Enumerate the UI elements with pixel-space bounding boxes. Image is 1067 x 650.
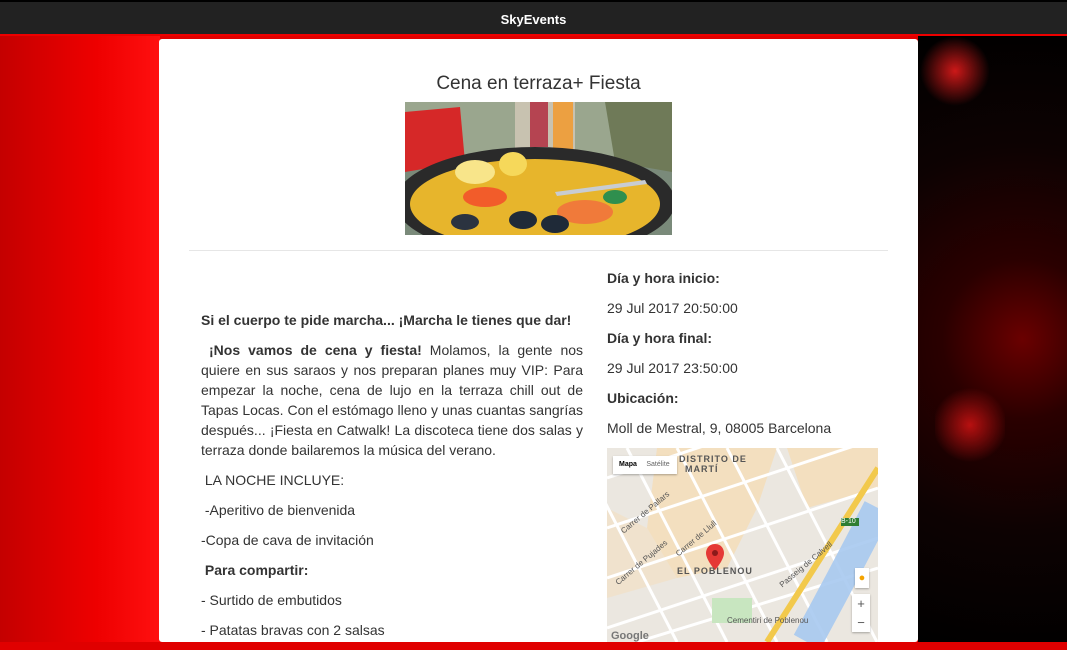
background-right: [918, 36, 1067, 642]
zoom-out-button[interactable]: −: [852, 613, 870, 632]
event-card: Cena en terraza+ Fiesta Si el cuerpo te …: [159, 39, 918, 642]
map-road-label: B-10: [841, 518, 856, 525]
background-glow: [935, 385, 1005, 465]
divider: [189, 250, 888, 251]
end-value: 29 Jul 2017 23:50:00: [607, 360, 738, 376]
start-value: 29 Jul 2017 20:50:00: [607, 300, 738, 316]
description-intro: Si el cuerpo te pide marcha... ¡Marcha l…: [201, 312, 572, 328]
description-lead-text: Molamos, la gente nos quiere en sus sara…: [201, 342, 584, 458]
brand-link[interactable]: SkyEvents: [0, 12, 1067, 27]
event-image: [405, 102, 672, 235]
start-label: Día y hora inicio:: [607, 270, 720, 286]
include-item: -Copa de cava de invitación: [201, 532, 374, 548]
end-label: Día y hora final:: [607, 330, 713, 346]
map-type-control: Mapa Satélite: [613, 456, 677, 474]
event-description: Si el cuerpo te pide marcha... ¡Marcha l…: [201, 310, 583, 650]
street-view-pegman-icon[interactable]: ●: [855, 568, 869, 588]
map-tab-map[interactable]: Mapa: [613, 456, 643, 474]
share-heading: Para compartir:: [204, 562, 309, 578]
map-place-label: Cementiri de Poblenou: [727, 616, 809, 625]
background-glow: [920, 36, 990, 106]
event-title: Cena en terraza+ Fiesta: [436, 73, 641, 94]
map-tab-satellite[interactable]: Satélite: [643, 456, 673, 474]
include-item: -Aperitivo de bienvenida: [204, 502, 356, 518]
includes-heading: LA NOCHE INCLUYE:: [204, 472, 345, 488]
map-district-label: EL POBLENOU: [677, 566, 753, 576]
location-value: Moll de Mestral, 9, 08005 Barcelona: [607, 420, 832, 436]
include-item: - Surtido de embutidos: [201, 592, 342, 608]
background-left: [0, 36, 160, 642]
map-district-label: DISTRITO DE: [679, 454, 747, 464]
description-lead-bold: ¡Nos vamos de cena y fiesta!: [209, 342, 422, 358]
location-map[interactable]: DISTRITO DE MARTÍ EL POBLENOU Cementiri …: [607, 448, 878, 642]
navbar: SkyEvents: [0, 0, 1067, 36]
description-lead: ¡Nos vamos de cena y fiesta! Molamos, la…: [201, 340, 583, 460]
google-logo: Google: [611, 630, 649, 642]
event-details: Día y hora inicio: 29 Jul 2017 20:50:00 …: [607, 268, 887, 448]
zoom-control: + −: [852, 594, 870, 632]
map-district-label: MARTÍ: [685, 464, 719, 474]
include-item: - Patatas bravas con 2 salsas: [201, 622, 385, 638]
location-label: Ubicación:: [607, 390, 679, 406]
zoom-in-button[interactable]: +: [852, 594, 870, 613]
map-tiles: [607, 448, 878, 642]
